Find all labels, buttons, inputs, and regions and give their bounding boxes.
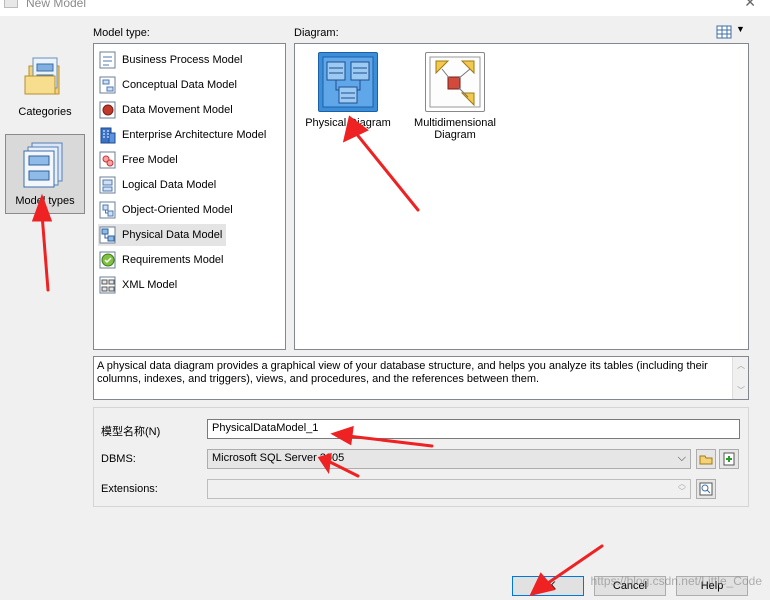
diagram-item-physical[interactable]: Physical Diagram xyxy=(305,52,391,129)
list-item-label: Business Process Model xyxy=(122,54,243,66)
list-item-label: Conceptual Data Model xyxy=(122,79,237,91)
diagram-label: Physical Diagram xyxy=(305,117,391,129)
physical-diagram-icon xyxy=(322,56,374,108)
select-icon xyxy=(699,482,713,496)
list-item-label: Logical Data Model xyxy=(122,179,217,191)
xml-model-icon xyxy=(99,276,116,294)
grid-view-icon xyxy=(716,25,732,39)
list-item-label: Object-Oriented Model xyxy=(122,204,233,216)
name-label: 模型名称(N) xyxy=(101,426,161,438)
diagram-item-multidimensional[interactable]: Multidimensional Diagram xyxy=(413,52,497,141)
list-item-logical-data[interactable]: Logical Data Model xyxy=(98,174,220,196)
dbms-label: DBMS: xyxy=(101,453,136,465)
description-scrollbar[interactable]: ︿ ﹀ xyxy=(732,357,748,399)
app-icon xyxy=(4,0,18,8)
title-bar: New Model ✕ xyxy=(0,0,770,16)
chevron-up-icon: ︿ xyxy=(737,361,745,370)
list-item-label: Requirements Model xyxy=(122,254,224,266)
new-dbms-button[interactable] xyxy=(719,449,739,469)
object-oriented-icon xyxy=(99,201,116,219)
close-icon[interactable]: ✕ xyxy=(744,0,756,11)
model-types-button[interactable]: Model types xyxy=(5,134,85,214)
extensions-field[interactable]: ︿ ﹀ xyxy=(207,479,691,499)
list-item-object-oriented[interactable]: Object-Oriented Model xyxy=(98,199,237,221)
list-item-xml-model[interactable]: XML Model xyxy=(98,274,181,296)
multidimensional-diagram-tile xyxy=(425,52,485,112)
list-item-label: XML Model xyxy=(122,279,178,291)
model-type-heading: Model type: xyxy=(93,27,150,39)
categories-label: Categories xyxy=(18,106,72,118)
diagram-label: Multidimensional xyxy=(414,117,496,129)
folder-icon xyxy=(699,455,713,465)
category-pane: Categories Model types xyxy=(0,22,88,600)
business-process-icon xyxy=(99,51,116,69)
physical-data-icon xyxy=(99,226,116,244)
requirements-icon xyxy=(99,251,116,269)
ok-button[interactable]: OK xyxy=(512,576,584,596)
model-types-label: Model types xyxy=(15,195,75,207)
list-item-physical-data[interactable]: Physical Data Model xyxy=(98,224,227,246)
extensions-select-button[interactable] xyxy=(696,479,716,499)
list-item-data-movement[interactable]: Data Movement Model xyxy=(98,99,237,121)
new-file-icon xyxy=(723,452,735,466)
diagram-list[interactable]: Physical Diagram Multidimensional Diagra… xyxy=(294,43,749,350)
conceptual-data-icon xyxy=(99,76,116,94)
dbms-value: Microsoft SQL Server 2005 xyxy=(212,452,345,464)
window-title: New Model xyxy=(26,0,87,10)
list-item-business-process[interactable]: Business Process Model xyxy=(98,49,246,71)
model-types-icon xyxy=(23,142,63,188)
list-item-requirements[interactable]: Requirements Model xyxy=(98,249,228,271)
watermark: https://blog.csdn.net/Little_Code xyxy=(590,574,762,588)
description-box: A physical data diagram provides a graph… xyxy=(93,356,749,400)
chevron-down-icon: ▼ xyxy=(736,24,745,34)
description-text: A physical data diagram provides a graph… xyxy=(97,360,708,385)
list-item-label: Free Model xyxy=(122,154,178,166)
list-item-conceptual-data[interactable]: Conceptual Data Model xyxy=(98,74,241,96)
chevron-down-icon: ﹀ xyxy=(737,386,745,395)
dbms-select[interactable]: Microsoft SQL Server 2005 ⌵ xyxy=(207,449,691,469)
folder-icon xyxy=(24,57,60,95)
physical-diagram-tile xyxy=(318,52,378,112)
diagram-heading: Diagram: xyxy=(294,27,339,39)
list-item-free-model[interactable]: Free Model xyxy=(98,149,182,171)
spin-icon: ︿ ﹀ xyxy=(678,479,686,496)
model-type-list[interactable]: Business Process Model Conceptual Data M… xyxy=(93,43,286,350)
categories-button[interactable]: Categories xyxy=(5,46,85,124)
view-mode-button[interactable]: ▼ xyxy=(716,24,746,40)
model-name-field[interactable]: PhysicalDataModel_1 xyxy=(207,419,740,439)
diagram-label-line2: Diagram xyxy=(434,129,476,141)
list-item-label: Data Movement Model xyxy=(122,104,233,116)
logical-data-icon xyxy=(99,176,116,194)
extensions-label: Extensions: xyxy=(101,483,158,495)
data-movement-icon xyxy=(99,101,116,119)
list-item-label: Physical Data Model xyxy=(122,229,223,241)
list-item-label: Enterprise Architecture Model xyxy=(122,129,267,141)
enterprise-architecture-icon xyxy=(100,127,116,144)
free-model-icon xyxy=(99,151,116,169)
chevron-down-icon: ⌵ xyxy=(677,452,686,464)
open-dbms-button[interactable] xyxy=(696,449,716,469)
multidimensional-diagram-icon xyxy=(429,56,481,108)
list-item-enterprise-architecture[interactable]: Enterprise Architecture Model xyxy=(98,124,270,146)
